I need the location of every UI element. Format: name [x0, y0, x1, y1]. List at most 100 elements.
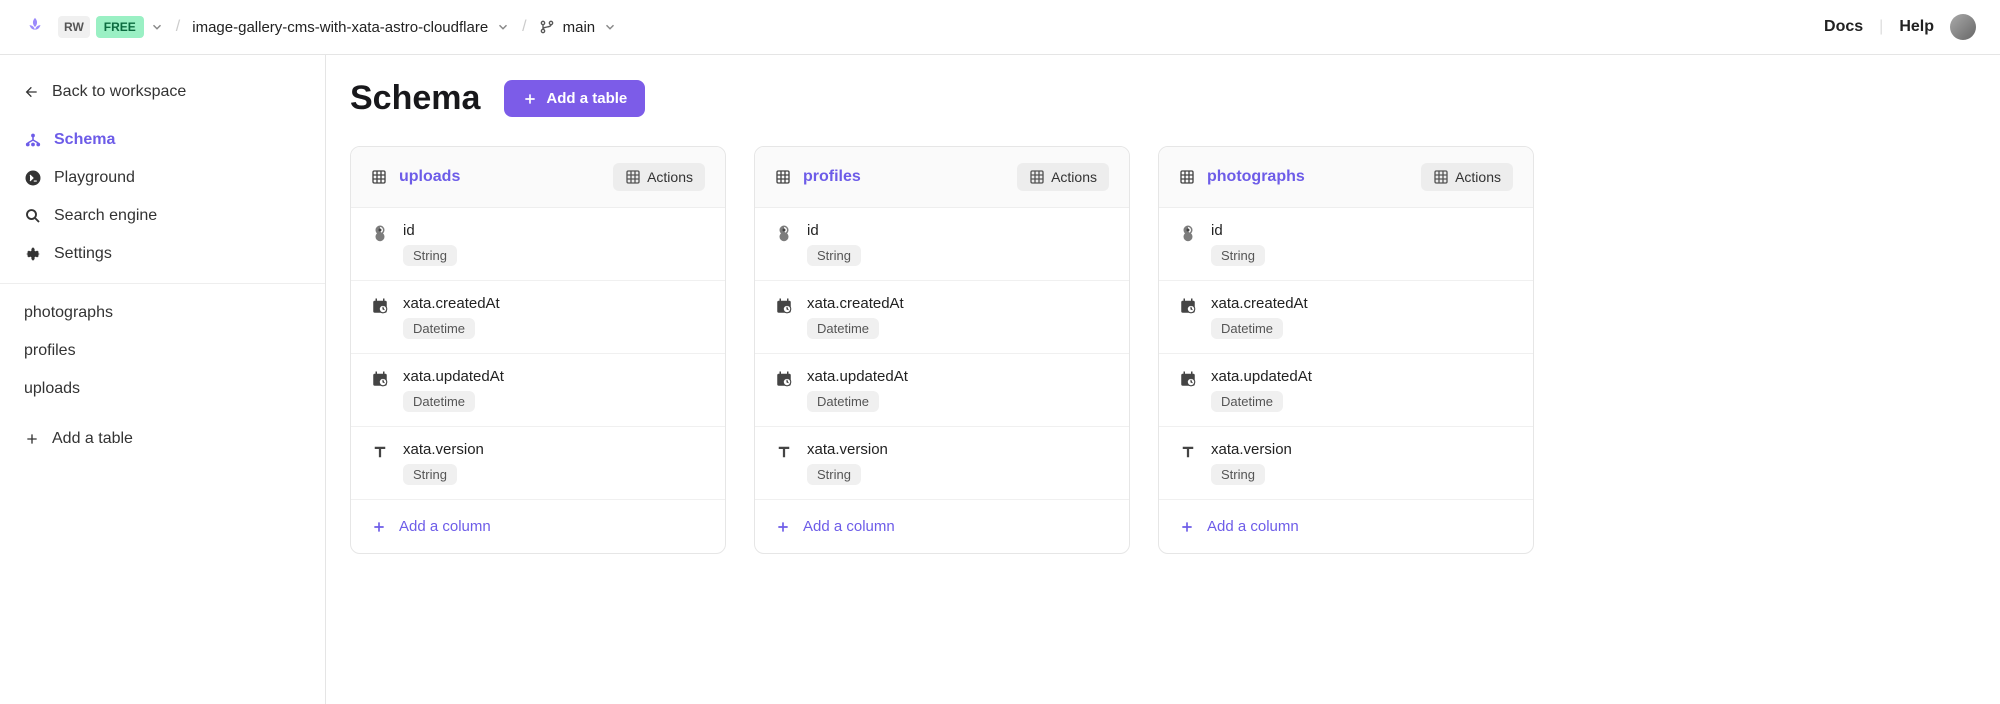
- column-row[interactable]: xata.updatedAt Datetime: [351, 354, 725, 427]
- sidebar-table-photographs[interactable]: photographs: [0, 294, 325, 332]
- column-info: xata.updatedAt Datetime: [403, 368, 504, 412]
- table-actions-button[interactable]: Actions: [613, 163, 705, 191]
- datetime-type-icon: [775, 370, 793, 388]
- actions-label: Actions: [647, 169, 693, 185]
- column-row[interactable]: xata.createdAt Datetime: [755, 281, 1129, 354]
- add-column-label: Add a column: [1207, 518, 1299, 535]
- table-icon: [1029, 169, 1045, 185]
- column-info: id String: [403, 222, 457, 266]
- column-type-pill: String: [807, 245, 861, 266]
- sidebar-nav-search-engine[interactable]: Search engine: [0, 197, 325, 235]
- column-row[interactable]: xata.updatedAt Datetime: [755, 354, 1129, 427]
- topbar: RW FREE / image-gallery-cms-with-xata-as…: [0, 0, 2000, 55]
- card-header: photographs Actions: [1159, 147, 1533, 208]
- column-info: xata.updatedAt Datetime: [807, 368, 908, 412]
- nav-label: Schema: [54, 131, 115, 149]
- column-info: xata.createdAt Datetime: [403, 295, 500, 339]
- add-column-button[interactable]: Add a column: [755, 500, 1129, 553]
- column-row[interactable]: id String: [755, 208, 1129, 281]
- xata-logo-icon[interactable]: [24, 16, 46, 38]
- sidebar-table-uploads[interactable]: uploads: [0, 370, 325, 408]
- plus-icon: [371, 519, 387, 535]
- chevron-down-icon: [603, 20, 617, 34]
- text-type-icon: [775, 443, 793, 461]
- sidebar-nav-playground[interactable]: Playground: [0, 159, 325, 197]
- branch-name: main: [563, 19, 596, 36]
- back-label: Back to workspace: [52, 83, 186, 101]
- column-type-pill: String: [403, 245, 457, 266]
- column-type-pill: Datetime: [807, 318, 879, 339]
- sidebar-nav-schema[interactable]: Schema: [0, 121, 325, 159]
- column-info: xata.createdAt Datetime: [1211, 295, 1308, 339]
- table-card-photographs: photographs Actions id String xata.creat…: [1158, 146, 1534, 554]
- column-info: id String: [807, 222, 861, 266]
- column-row[interactable]: xata.version String: [351, 427, 725, 500]
- docs-link[interactable]: Docs: [1824, 18, 1863, 36]
- add-table-button-label: Add a table: [546, 90, 627, 107]
- playground-icon: [24, 169, 42, 187]
- schema-icon: [24, 131, 42, 149]
- column-name: id: [807, 222, 861, 239]
- breadcrumb-separator: /: [522, 18, 526, 36]
- actions-label: Actions: [1455, 169, 1501, 185]
- sidebar-table-profiles[interactable]: profiles: [0, 332, 325, 370]
- column-name: xata.version: [403, 441, 484, 458]
- column-row[interactable]: xata.createdAt Datetime: [351, 281, 725, 354]
- table-actions-button[interactable]: Actions: [1017, 163, 1109, 191]
- column-type-pill: String: [403, 464, 457, 485]
- table-icon: [625, 169, 641, 185]
- sidebar-nav-settings[interactable]: Settings: [0, 235, 325, 273]
- main-content: Schema Add a table uploads Actions id: [326, 55, 2000, 704]
- column-type-pill: Datetime: [1211, 318, 1283, 339]
- search-icon: [24, 207, 42, 225]
- datetime-type-icon: [1179, 297, 1197, 315]
- nav-label: Settings: [54, 245, 112, 263]
- column-name: xata.version: [807, 441, 888, 458]
- column-name: xata.version: [1211, 441, 1292, 458]
- table-title[interactable]: photographs: [1179, 168, 1305, 186]
- column-row[interactable]: xata.version String: [1159, 427, 1533, 500]
- workspace-switcher[interactable]: RW FREE: [58, 16, 164, 38]
- table-actions-button[interactable]: Actions: [1421, 163, 1513, 191]
- datetime-type-icon: [775, 297, 793, 315]
- chevron-down-icon: [150, 20, 164, 34]
- column-name: xata.updatedAt: [1211, 368, 1312, 385]
- column-row[interactable]: xata.version String: [755, 427, 1129, 500]
- column-name: xata.createdAt: [1211, 295, 1308, 312]
- column-row[interactable]: id String: [351, 208, 725, 281]
- table-card-uploads: uploads Actions id String xata.createdAt…: [350, 146, 726, 554]
- datetime-type-icon: [371, 370, 389, 388]
- chevron-down-icon: [496, 20, 510, 34]
- project-switcher[interactable]: image-gallery-cms-with-xata-astro-cloudf…: [192, 19, 510, 36]
- column-row[interactable]: id String: [1159, 208, 1533, 281]
- add-column-button[interactable]: Add a column: [1159, 500, 1533, 553]
- plus-icon: [24, 431, 40, 447]
- nav-label: Search engine: [54, 207, 157, 225]
- sidebar: Back to workspace Schema Playground Search…: [0, 55, 326, 704]
- add-column-button[interactable]: Add a column: [351, 500, 725, 553]
- column-info: xata.createdAt Datetime: [807, 295, 904, 339]
- column-info: xata.version String: [807, 441, 888, 485]
- add-table-button[interactable]: Add a table: [504, 80, 645, 117]
- column-row[interactable]: xata.updatedAt Datetime: [1159, 354, 1533, 427]
- column-name: xata.createdAt: [403, 295, 500, 312]
- nav-label: Playground: [54, 169, 135, 187]
- column-name: id: [403, 222, 457, 239]
- sidebar-add-table-label: Add a table: [52, 430, 133, 448]
- column-type-pill: Datetime: [1211, 391, 1283, 412]
- back-to-workspace[interactable]: Back to workspace: [0, 75, 325, 109]
- help-link[interactable]: Help: [1899, 18, 1934, 36]
- text-type-icon: [1179, 443, 1197, 461]
- user-avatar[interactable]: [1950, 14, 1976, 40]
- column-type-pill: Datetime: [807, 391, 879, 412]
- table-title[interactable]: uploads: [371, 168, 460, 186]
- table-title[interactable]: profiles: [775, 168, 861, 186]
- id-type-icon: [371, 224, 389, 242]
- sidebar-add-table[interactable]: Add a table: [0, 420, 325, 458]
- column-row[interactable]: xata.createdAt Datetime: [1159, 281, 1533, 354]
- column-type-pill: String: [1211, 464, 1265, 485]
- plus-icon: [775, 519, 791, 535]
- branch-switcher[interactable]: main: [539, 19, 618, 36]
- id-type-icon: [775, 224, 793, 242]
- column-info: xata.updatedAt Datetime: [1211, 368, 1312, 412]
